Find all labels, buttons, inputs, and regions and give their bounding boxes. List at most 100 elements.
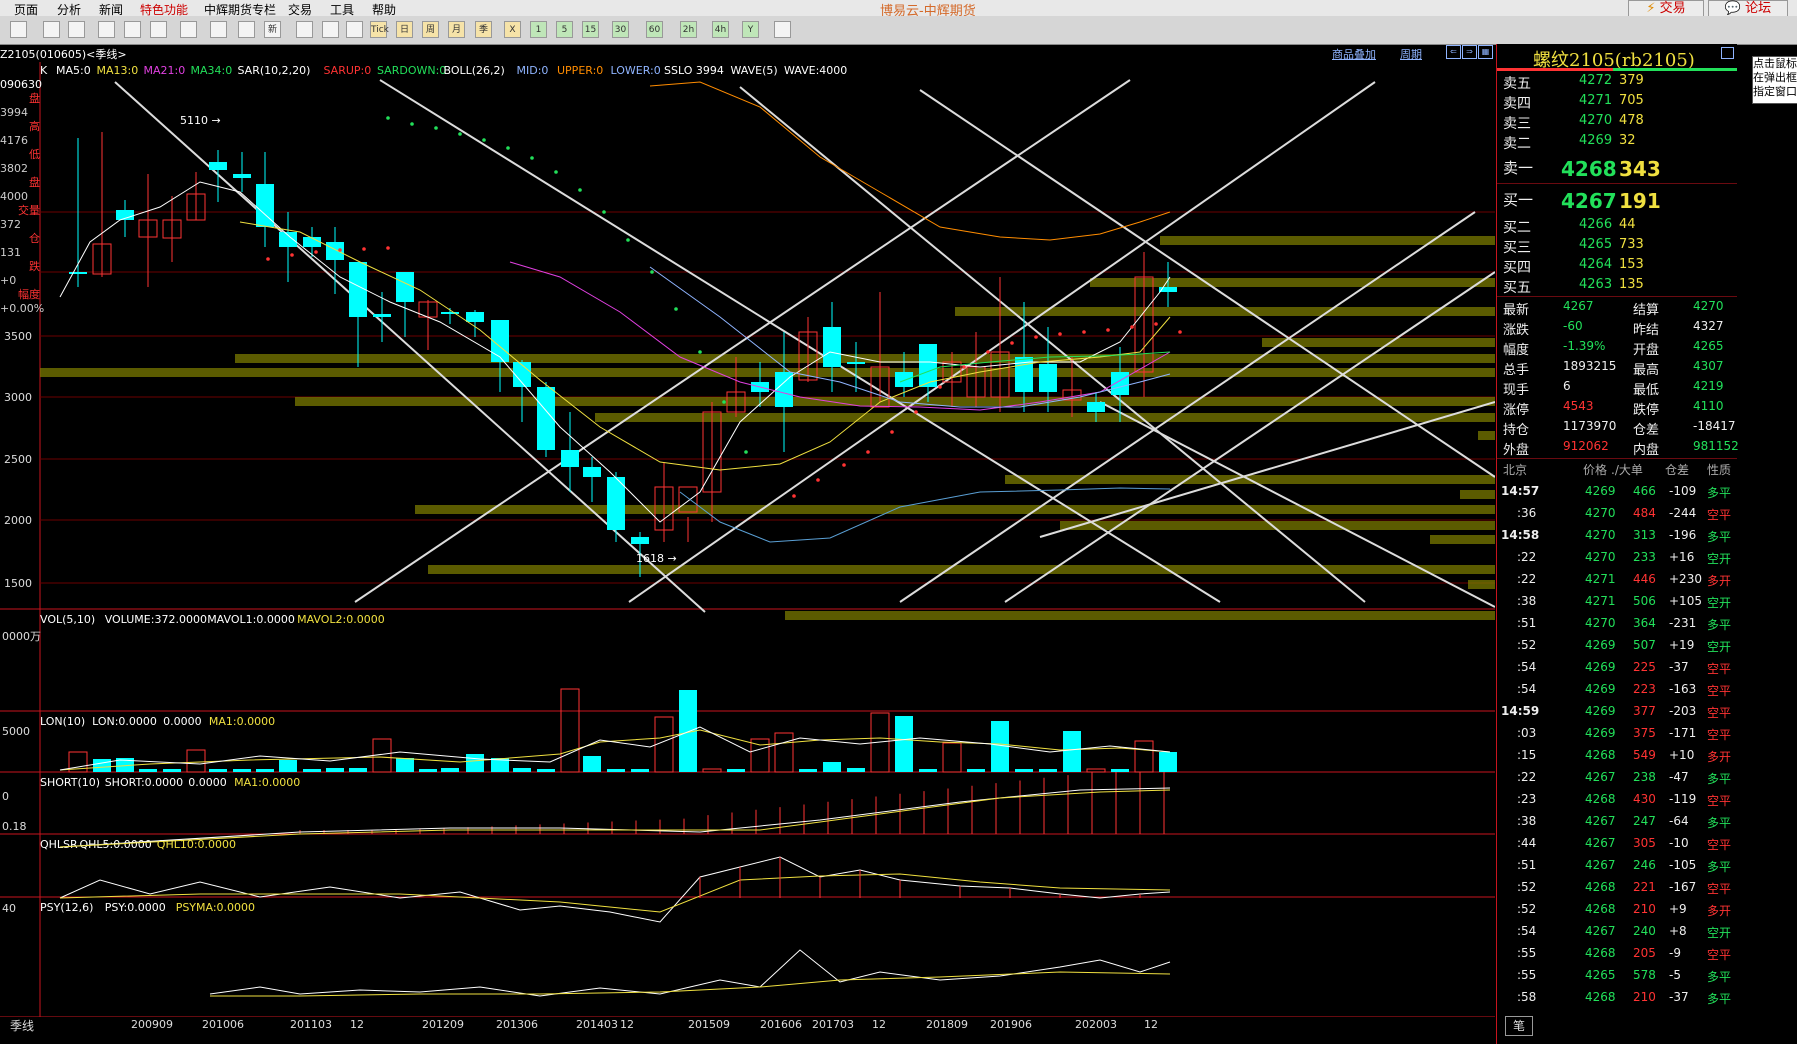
- tick-row-cell: 240: [1633, 924, 1656, 938]
- eraser-icon[interactable]: [150, 21, 167, 38]
- tick-row-cell: 238: [1633, 770, 1656, 784]
- forum-button[interactable]: 💬 论坛: [1708, 0, 1788, 17]
- left-info-11: 仓: [29, 232, 40, 245]
- tick-row-cell: -37: [1669, 660, 1689, 674]
- left-info-4: 4176: [0, 134, 28, 147]
- maximize-icon[interactable]: [1721, 47, 1734, 59]
- tick-row-cell: :51: [1517, 616, 1537, 630]
- overlay-link[interactable]: 商品叠加: [1332, 46, 1376, 62]
- zoom-in-icon[interactable]: [98, 21, 115, 38]
- volume-bar: [607, 769, 625, 772]
- layout-icon[interactable]: ▦: [1478, 45, 1493, 59]
- 2h-icon[interactable]: 2h: [680, 21, 697, 38]
- stat-row-cell: 内盘: [1633, 443, 1660, 458]
- tick-row-cell: 多开: [1707, 574, 1732, 588]
- refresh-icon[interactable]: [68, 21, 85, 38]
- tick-row-cell: 14:59: [1501, 704, 1540, 718]
- ask-row-cell: 478: [1619, 113, 1644, 128]
- shift-right-icon[interactable]: ⇒: [1462, 45, 1477, 59]
- hint-popup[interactable]: 点击鼠标在弹出框指定窗口: [1752, 56, 1797, 104]
- 60min-icon[interactable]: 60: [646, 21, 663, 38]
- zoom-out-icon[interactable]: [124, 21, 141, 38]
- 4h-icon[interactable]: 4h: [712, 21, 729, 38]
- tick-row-cell: 空开: [1707, 596, 1732, 610]
- tick-row-cell: :38: [1517, 814, 1537, 828]
- tick-row-cell: 210: [1633, 902, 1656, 916]
- buy-bar: [1613, 68, 1737, 71]
- tick-row-cell: 14:57: [1501, 484, 1540, 498]
- tick-row-cell: 4269: [1585, 704, 1616, 718]
- keyboard-icon[interactable]: [322, 21, 339, 38]
- week-icon[interactable]: 周: [422, 21, 439, 38]
- sar-dot: [458, 132, 462, 136]
- sub-title-lon: LON:0.0000: [92, 715, 157, 728]
- cross-icon[interactable]: X: [504, 21, 521, 38]
- cursor-icon[interactable]: [10, 21, 27, 38]
- pen-icon[interactable]: [180, 21, 197, 38]
- volume-bar: [441, 768, 459, 772]
- lightning-icon: ⚡: [1646, 1, 1656, 16]
- new-icon[interactable]: 新: [264, 21, 281, 38]
- tick-row-cell: 375: [1633, 726, 1656, 740]
- sub-title-short: SHORT:0.0000: [105, 776, 183, 789]
- tick-tab[interactable]: 笔: [1505, 1016, 1533, 1036]
- refresh-icon[interactable]: [43, 21, 60, 38]
- tick-header-cell: ./大单: [1611, 463, 1643, 477]
- tick-row-cell: 多平: [1707, 772, 1732, 786]
- filter-icon[interactable]: [238, 21, 255, 38]
- stat-row: 幅度 -1.39% 开盘 4265: [1497, 338, 1737, 358]
- period-link[interactable]: 周期: [1400, 46, 1422, 62]
- year-icon[interactable]: Y: [742, 21, 759, 38]
- stat-row-cell: 912062: [1563, 439, 1609, 453]
- candle-body: [396, 272, 414, 302]
- sar-dot: [338, 248, 342, 252]
- 1min-icon[interactable]: 1: [530, 21, 547, 38]
- tick-row-cell: :54: [1517, 924, 1537, 938]
- indicator-item: SARUP:0: [324, 64, 372, 77]
- sub-title-psy: PSY(12,6): [40, 901, 93, 914]
- tick-row: 14:59 4269 377 -203 空平: [1497, 703, 1737, 722]
- indicator-item: MA13:0: [97, 64, 139, 77]
- x-tick-label: 12: [350, 1018, 364, 1031]
- tick-row: :55 4265 578 -5 多平: [1497, 967, 1737, 986]
- tick-row-cell: -10: [1669, 836, 1689, 850]
- chart-area[interactable]: 3500 3000 2500 2000 1500 K MA5:0 MA13:0 MA21:0 MA…: [0, 62, 1495, 1017]
- month-icon[interactable]: 月: [448, 21, 465, 38]
- tick-row-cell: :54: [1517, 660, 1537, 674]
- season-icon[interactable]: 季: [475, 21, 492, 38]
- table-icon[interactable]: [296, 21, 313, 38]
- tick-row-cell: -171: [1669, 726, 1697, 740]
- tick-row-cell: 221: [1633, 880, 1656, 894]
- 15min-icon[interactable]: 15: [582, 21, 599, 38]
- indicator-item: MA21:0: [144, 64, 186, 77]
- sar-dot: [554, 170, 558, 174]
- bid-row: 买五 4263 135: [1497, 276, 1737, 296]
- sar-dot: [314, 250, 318, 254]
- tick-row-cell: 506: [1633, 594, 1656, 608]
- tick-row-cell: -203: [1669, 704, 1697, 718]
- ask-row-cell: 卖三: [1503, 116, 1531, 132]
- shift-left-icon[interactable]: ⇐: [1446, 45, 1461, 59]
- stat-row-cell: 开盘: [1633, 343, 1660, 358]
- x-tick-label: 12: [620, 1018, 634, 1031]
- pen-icon[interactable]: [210, 21, 227, 38]
- calc-icon[interactable]: [774, 21, 791, 38]
- tick-row-cell: :55: [1517, 968, 1537, 982]
- volume-profile-bar: [415, 505, 1495, 514]
- sub-axis-vol: 0000万: [2, 630, 41, 643]
- 5min-icon[interactable]: 5: [556, 21, 573, 38]
- monitor-icon[interactable]: [346, 21, 363, 38]
- sar-dot: [386, 116, 390, 120]
- sub-title-qhlsr: QHL5:0.0000: [80, 838, 152, 851]
- day-icon[interactable]: 日: [396, 21, 413, 38]
- tick-header-cell: 性质: [1707, 463, 1732, 477]
- sub-axis-short: 0: [2, 790, 9, 803]
- tick-row-cell: :52: [1517, 880, 1537, 894]
- tick-row-cell: 4267: [1585, 814, 1616, 828]
- trade-button[interactable]: ⚡ 交易: [1628, 0, 1704, 17]
- tick-row: :51 4267 246 -105 多平: [1497, 857, 1737, 876]
- 30min-icon[interactable]: 30: [612, 21, 629, 38]
- tick-icon[interactable]: Tick: [370, 21, 389, 38]
- sar-dot: [914, 410, 918, 414]
- tick-row-cell: 4268: [1585, 946, 1616, 960]
